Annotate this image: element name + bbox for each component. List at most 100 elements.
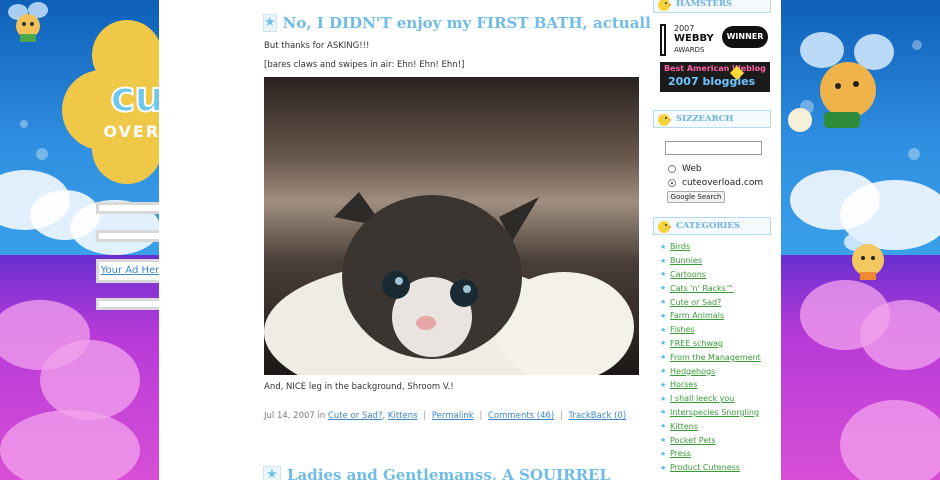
category-link[interactable]: Cute or Sad? (328, 411, 383, 421)
sidebar-heading-hamsters: HAMSTERS (653, 0, 771, 13)
radio-label: cuteoverload.com (682, 178, 764, 188)
sidebar-heading-categories: CATEGORIES (653, 217, 771, 235)
category-link[interactable]: Kittens (388, 411, 418, 421)
categories-list: ★ Birds ★ Bunnies ★ Cartoons ★ Cats 'n' Rack… (660, 240, 780, 475)
sidebar-heading-label: CATEGORIES (676, 221, 741, 231)
bullet-icon: ★ (660, 380, 667, 389)
category-link[interactable]: Birds (670, 242, 690, 251)
bloggies-award-badge[interactable]: Best American Weblog 2007 bloggies (660, 62, 770, 92)
category-item[interactable]: ★ FREE schwag (660, 337, 780, 351)
category-item[interactable]: ★ Cute or Sad? (660, 295, 780, 309)
radio-button[interactable] (668, 179, 676, 187)
sidebar-heading-search: SIZZEARCH (653, 110, 771, 128)
chick-icon (658, 114, 672, 126)
category-link[interactable]: Farm Animals (670, 311, 724, 320)
bullet-icon: ★ (660, 325, 667, 334)
category-item[interactable]: ★ Horses (660, 378, 780, 392)
bullet-icon: ★ (660, 394, 667, 403)
category-item[interactable]: ★ Fishes (660, 323, 780, 337)
bullet-icon: ★ (660, 449, 667, 458)
google-search-button[interactable]: Google Search (667, 191, 725, 203)
meta-separator: | (479, 411, 483, 421)
kitten-illustration (264, 192, 634, 375)
category-item[interactable]: ★ I shall leeck you (660, 392, 780, 406)
bubble-dot (20, 120, 28, 128)
webby-year: 2007 (674, 24, 695, 33)
trackback-link[interactable]: TrackBack (0) (569, 411, 627, 421)
category-item[interactable]: ★ Kittens (660, 419, 780, 433)
bullet-icon: ★ (660, 422, 667, 431)
webby-award-badge[interactable]: 2007 WEBBY AWARDS WINNER (660, 22, 770, 58)
category-link[interactable]: I shall leeck you (670, 394, 734, 403)
category-item[interactable]: ★ Cats 'n' Racks™ (660, 281, 780, 295)
sidebar-heading-label: SIZZEARCH (676, 114, 734, 124)
bullet-icon: ★ (660, 242, 667, 251)
radio-option-site[interactable]: cuteoverload.com (668, 178, 763, 188)
post-date: Jul 14, 2007 in (264, 411, 326, 421)
bullet-icon: ★ (660, 270, 667, 279)
kitten-photo (264, 77, 639, 375)
bullet-icon: ★ (660, 256, 667, 265)
category-item[interactable]: ★ Press (660, 447, 780, 461)
category-link[interactable]: Cute or Sad? (670, 298, 721, 307)
category-item[interactable]: ★ Birds (660, 240, 780, 254)
category-item[interactable]: ★ Hedgehogs (660, 364, 780, 378)
category-link[interactable]: Interspecies Snorgling (670, 408, 759, 417)
category-item[interactable]: ★ Farm Animals (660, 309, 780, 323)
bullet-icon: ★ (660, 408, 667, 417)
permalink-link[interactable]: Permalink (432, 411, 474, 421)
chick-icon (658, 221, 672, 233)
bullet-icon: ★ (660, 298, 667, 307)
meta-separator: | (559, 411, 563, 421)
category-item[interactable]: ★ Interspecies Snorgling (660, 406, 780, 420)
flying-hamster-icon (8, 2, 48, 42)
category-link[interactable]: Kittens (670, 422, 698, 431)
post-title-link[interactable]: Ladies and Gentlemanss, A SQUIRREL (287, 466, 610, 480)
chick-icon (658, 0, 672, 11)
flying-hamster-icon (844, 231, 894, 280)
category-link[interactable]: FREE schwag (670, 339, 723, 348)
bubble-dot (36, 148, 48, 160)
category-item[interactable]: ★ Bunnies (660, 254, 780, 268)
bullet-icon: ★ (660, 367, 667, 376)
category-item[interactable]: ★ Pocket Pets (660, 433, 780, 447)
category-link[interactable]: Fishes (670, 325, 695, 334)
category-link[interactable]: Hedgehogs (670, 367, 715, 376)
category-link[interactable]: Horses (670, 380, 697, 389)
bubble-dot (908, 148, 920, 160)
category-link[interactable]: Bunnies (670, 256, 702, 265)
cloud-shape (0, 410, 140, 480)
bullet-icon: ★ (660, 436, 667, 445)
post-meta: Jul 14, 2007 in Cute or Sad?, Kittens | … (264, 411, 627, 421)
search-input[interactable] (665, 141, 762, 155)
post-title: ★ No, I DIDN'T enjoy my FIRST BATH, actu… (263, 12, 660, 34)
category-item[interactable]: ★ From the Management (660, 350, 780, 364)
category-link[interactable]: Cats 'n' Racks™ (670, 284, 734, 293)
webby-awards: AWARDS (674, 46, 705, 54)
bubble-dot (912, 40, 922, 50)
category-link[interactable]: Press (670, 449, 691, 458)
bullet-icon: ★ (660, 463, 667, 472)
category-link[interactable]: Product Cuteness (670, 463, 740, 472)
category-link[interactable]: Pocket Pets (670, 436, 716, 445)
category-link[interactable]: Cartoons (670, 270, 706, 279)
meta-separator: | (423, 411, 427, 421)
category-link[interactable]: From the Management (670, 353, 761, 362)
webby-winner-badge: WINNER (722, 26, 768, 48)
bloggies-line2: 2007 bloggies (668, 75, 756, 88)
bullet-icon: ★ (660, 339, 667, 348)
bloggies-line1: Best American Weblog (664, 64, 766, 73)
star-icon: ★ (263, 14, 277, 32)
post-title-link[interactable]: No, I DIDN'T enjoy my FIRST BATH, actual… (283, 14, 660, 32)
bullet-icon: ★ (660, 311, 667, 320)
radio-button[interactable] (668, 165, 676, 173)
comments-link[interactable]: Comments (46) (488, 411, 554, 421)
flying-hamster-icon (788, 32, 894, 132)
bullet-icon: ★ (660, 284, 667, 293)
category-item[interactable]: ★ Product Cuteness (660, 461, 780, 475)
cloud-shape (860, 300, 940, 370)
category-item[interactable]: ★ Cartoons (660, 268, 780, 282)
radio-option-web[interactable]: Web (668, 164, 702, 174)
sidebar-heading-label: HAMSTERS (676, 0, 733, 9)
post-caption: And, NICE leg in the background, Shroom … (264, 382, 454, 392)
